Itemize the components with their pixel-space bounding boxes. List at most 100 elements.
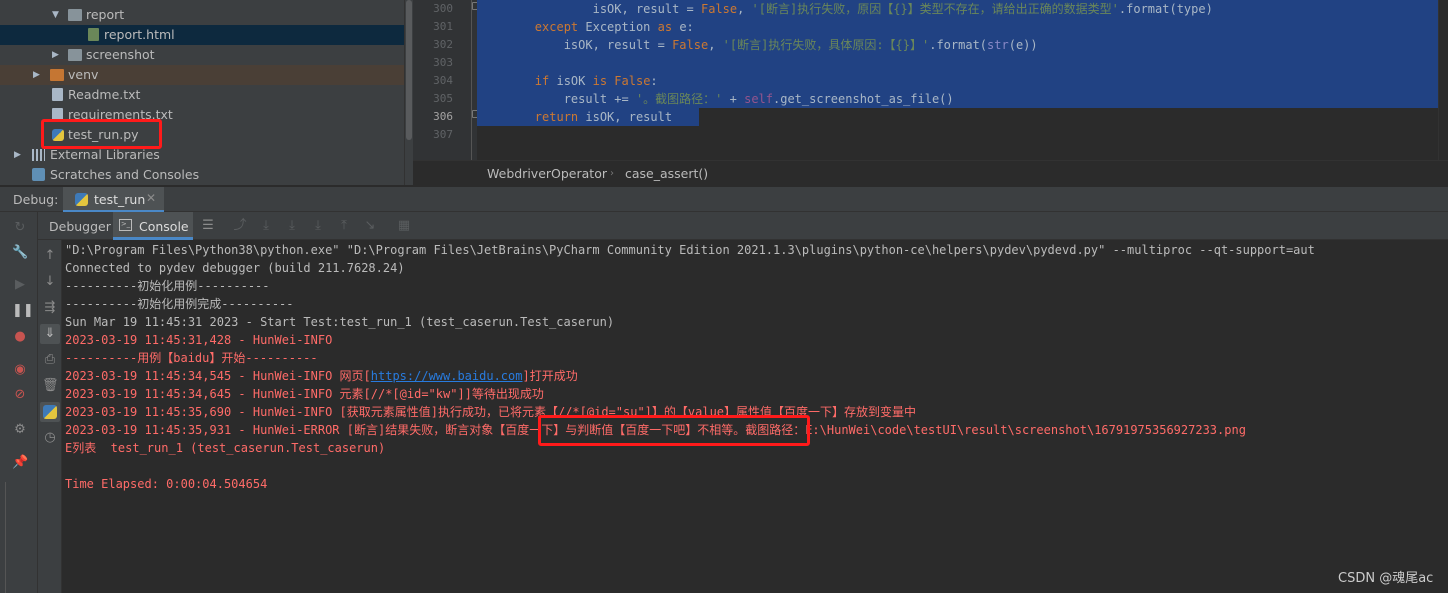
side-scrollbar[interactable]	[0, 482, 6, 593]
step-over-icon[interactable]: ⤓	[258, 218, 274, 234]
line-number: 304	[433, 74, 453, 87]
soft-wrap-icon[interactable]: ⇶	[42, 300, 58, 316]
run-to-cursor-icon[interactable]: ↘	[362, 218, 378, 234]
breadcrumb-item[interactable]: case_assert()	[625, 161, 708, 187]
debug-tool-header: Debug: test_run ✕	[0, 186, 1448, 213]
tree-item-screenshot[interactable]: ▶ screenshot	[0, 45, 413, 65]
console-line: ----------初始化用例完成----------	[65, 297, 294, 311]
code-line: except Exception as e:	[477, 18, 1448, 36]
library-icon	[32, 149, 45, 161]
console-line: Connected to pydev debugger (build 211.7…	[65, 261, 405, 275]
history-icon[interactable]: ◷	[42, 430, 58, 446]
console-toolbar: ↑ ↓ ⇶ ⇓ ⎙ 🗑 ◷	[38, 240, 62, 593]
arrow-down-icon[interactable]: ↓	[42, 274, 58, 290]
html-file-icon	[88, 28, 99, 41]
close-icon[interactable]: ✕	[146, 191, 156, 205]
console-line: 2023-03-19 11:45:31,428 - HunWei-INFO	[65, 333, 333, 347]
console-output[interactable]: "D:\Program Files\Python38\python.exe" "…	[62, 240, 1448, 593]
url-link[interactable]: https://www.baidu.com	[371, 369, 523, 383]
text-file-icon	[52, 88, 63, 101]
tree-item-label: venv	[68, 67, 99, 82]
console-icon: >_	[119, 219, 132, 231]
line-number: 307	[433, 128, 453, 141]
code-line: if isOK is False:	[477, 72, 1448, 90]
console-line: "D:\Program Files\Python38\python.exe" "…	[65, 243, 1315, 257]
console-line: Time Elapsed: 0:00:04.504654	[65, 477, 268, 491]
trash-icon[interactable]: 🗑	[42, 378, 59, 394]
line-number: 306	[433, 110, 453, 123]
code-line	[477, 54, 1448, 72]
code-line: result += '。截图路径：' + self.get_screenshot…	[477, 90, 1448, 108]
console-line: ----------用例【baidu】开始----------	[65, 351, 318, 365]
pin-icon[interactable]: 📌	[12, 455, 28, 471]
tree-item-report[interactable]: ▼ report	[0, 5, 413, 25]
tree-item-label: Readme.txt	[68, 87, 141, 102]
line-number: 301	[433, 20, 453, 33]
stop-icon[interactable]: ●	[12, 329, 28, 345]
tree-item-readme[interactable]: Readme.txt	[0, 85, 413, 105]
scroll-to-end-icon[interactable]: ⇓	[40, 324, 60, 344]
debug-label: Debug:	[13, 192, 59, 207]
folder-icon	[68, 49, 82, 61]
highlight-box	[41, 119, 162, 149]
tab-console-label: Console	[139, 219, 189, 234]
tab-debugger[interactable]: Debugger	[49, 219, 111, 234]
arrow-up-icon[interactable]: ↑	[42, 248, 58, 264]
show-execution-point-icon[interactable]: ⤴	[232, 218, 248, 234]
console-line: 2023-03-19 11:45:34,645 - HunWei-INFO 元素…	[65, 387, 544, 401]
console-line: 2023-03-19 11:45:34,545 - HunWei-INFO 网页…	[65, 369, 578, 383]
step-into-my-code-icon[interactable]: ⤓	[310, 218, 326, 234]
pause-icon[interactable]: ❚❚	[12, 303, 34, 319]
tree-item-scratches[interactable]: Scratches and Consoles	[0, 165, 413, 185]
chevron-right-icon[interactable]: ▶	[52, 45, 62, 65]
console-line: E列表 test_run_1 (test_caserun.Test_caseru…	[65, 441, 386, 455]
python-console-icon[interactable]	[40, 402, 60, 422]
folder-icon	[68, 9, 82, 21]
tab-console[interactable]: >_ Console	[113, 212, 193, 240]
tree-scrollbar[interactable]	[404, 0, 413, 185]
chevron-right-icon[interactable]: ▶	[33, 65, 43, 85]
highlight-box	[538, 415, 810, 446]
tree-item-label: report	[86, 7, 125, 22]
step-out-icon[interactable]: ⤒	[336, 218, 352, 234]
breakpoints-icon[interactable]: ◉	[12, 362, 28, 378]
wrench-icon[interactable]: 🔧	[12, 245, 28, 261]
console-line: Sun Mar 19 11:45:31 2023 - Start Test:te…	[65, 315, 615, 329]
tree-item-label: Scratches and Consoles	[50, 167, 200, 182]
code-line: isOK, result = False, '[断言]执行失败，具体原因:【{}…	[477, 36, 1448, 54]
editor-scrollbar[interactable]	[1438, 0, 1448, 160]
print-icon[interactable]: ⎙	[42, 352, 58, 368]
watermark: CSDN @魂尾ac	[1338, 571, 1434, 586]
evaluate-expression-icon[interactable]: ▦	[396, 218, 412, 234]
run-config-tab[interactable]: test_run ✕	[63, 187, 164, 213]
debugger-tab-bar: Debugger >_ Console ☰ ⤴ ⤓ ⤓ ⤓ ⤒ ↘ ▦	[38, 212, 1448, 240]
line-number: 302	[433, 38, 453, 51]
python-icon	[75, 193, 88, 206]
menu-icon[interactable]: ☰	[200, 218, 216, 234]
chevron-right-icon: ›	[610, 168, 614, 179]
tree-item-label: screenshot	[86, 47, 155, 62]
console-line: ----------初始化用例----------	[65, 279, 270, 293]
tree-item-report-html[interactable]: report.html	[0, 25, 413, 45]
tree-item-label: report.html	[104, 27, 175, 42]
breadcrumb-item[interactable]: WebdriverOperator	[487, 161, 607, 187]
rerun-icon[interactable]: ↻	[12, 220, 28, 236]
line-number: 305	[433, 92, 453, 105]
line-number: 300	[433, 2, 453, 15]
code-editor[interactable]: isOK, result = False, '[断言]执行失败，原因【{}】类型…	[477, 0, 1448, 160]
editor-gutter: 300 301 302 303 304 305 306 307	[413, 0, 478, 160]
run-tab-label: test_run	[94, 192, 146, 207]
chevron-down-icon[interactable]: ▼	[52, 5, 62, 25]
mute-breakpoints-icon[interactable]: ⊘	[12, 387, 28, 403]
resume-icon[interactable]: ▶	[12, 277, 28, 293]
debug-side-toolbar: ↻ 🔧 ▶ ❚❚ ● ◉ ⊘ ⚙ 📌	[0, 212, 38, 593]
step-into-icon[interactable]: ⤓	[284, 218, 300, 234]
settings-icon[interactable]: ⚙	[12, 422, 28, 438]
scratches-icon	[32, 168, 45, 181]
project-tree-panel: ▼ report report.html ▶ screenshot ▶ venv…	[0, 0, 413, 185]
code-line: return isOK, result	[477, 108, 699, 126]
code-line: isOK, result = False, '[断言]执行失败，原因【{}】类型…	[477, 0, 1448, 18]
tree-item-venv[interactable]: ▶ venv	[0, 65, 413, 85]
chevron-right-icon[interactable]: ▶	[14, 145, 24, 165]
